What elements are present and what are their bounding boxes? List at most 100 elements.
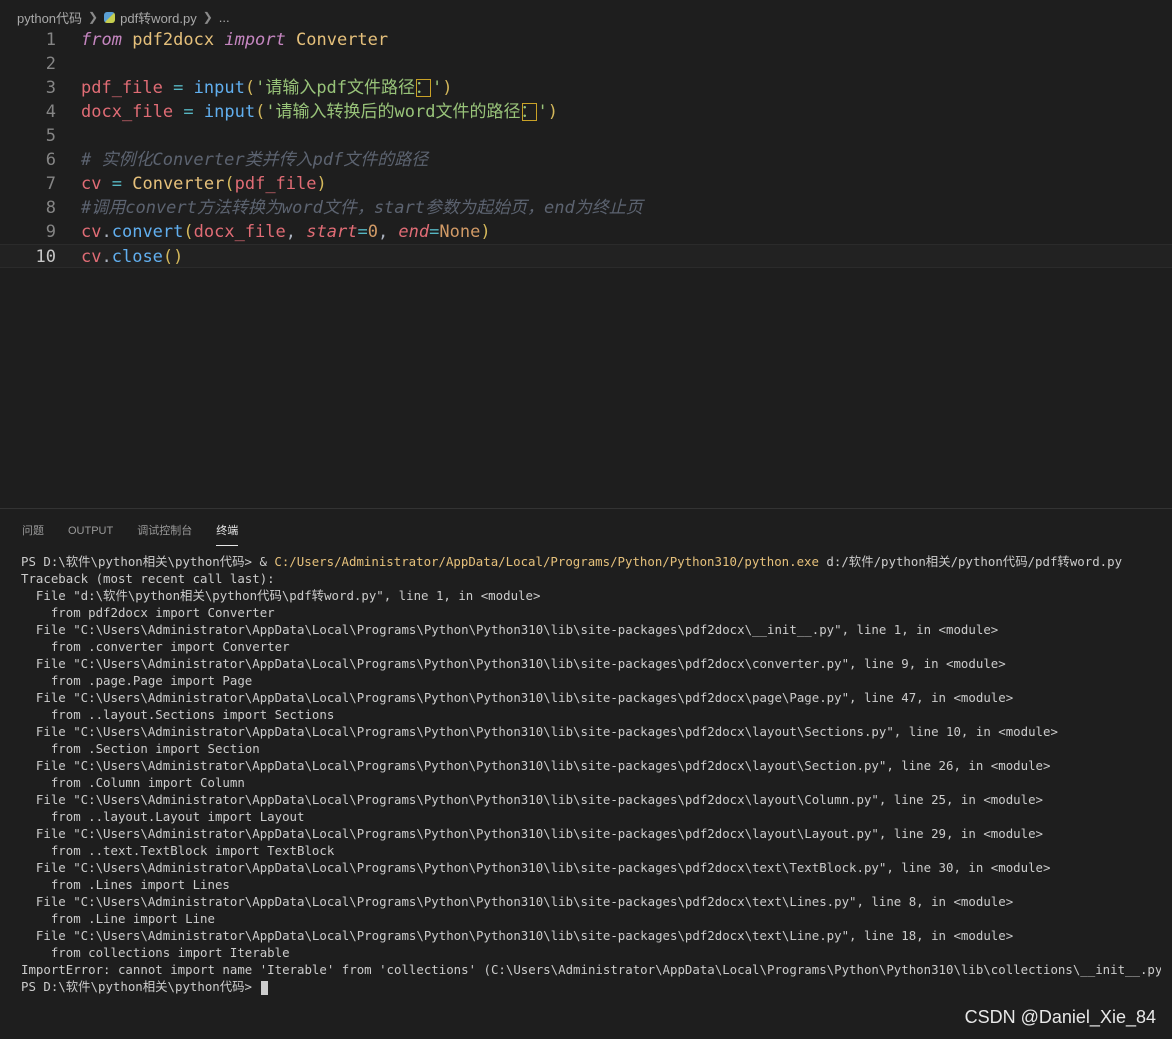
code-text: pdf_file = input('请输入pdf文件路径：'): [81, 76, 453, 100]
chevron-right-icon: ❯: [88, 10, 99, 24]
terminal-line: File "C:\Users\Administrator\AppData\Loc…: [21, 927, 1161, 944]
code-token: =: [173, 78, 184, 98]
code-token: # 实例化Converter类并传入pdf文件的路径: [81, 150, 429, 170]
terminal-text: File "d:\软件\python相关\python代码\pdf转word.p…: [21, 588, 541, 603]
code-token: cv: [81, 247, 102, 267]
terminal-line: from collections import Iterable: [21, 944, 1161, 961]
python-file-icon: [104, 11, 116, 23]
tab-output[interactable]: OUTPUT: [68, 523, 113, 545]
watermark: CSDN @Daniel_Xie_84: [964, 1007, 1156, 1027]
line-number: 8: [45, 198, 56, 218]
code-token: import: [224, 30, 286, 50]
code-line[interactable]: 3 pdf_file = input('请输入pdf文件路径：'): [0, 76, 1172, 100]
terminal-text: File "C:\Users\Administrator\AppData\Loc…: [21, 690, 1014, 705]
terminal-text: from ..layout.Layout import Layout: [21, 809, 305, 824]
code-text: cv = Converter(pdf_file): [81, 172, 327, 196]
terminal-line: PS D:\软件\python相关\python代码>: [21, 978, 1161, 995]
code-token: =: [429, 222, 440, 242]
terminal-text: ImportError: cannot import name 'Iterabl…: [21, 962, 1161, 977]
tab-problems[interactable]: 问题: [22, 523, 44, 545]
code-token: ': [432, 78, 443, 98]
line-number: 6: [45, 150, 56, 170]
code-token: '请输入转换后的word文件的路径: [265, 102, 521, 122]
code-token: ): [442, 78, 453, 98]
code-token: 0: [367, 222, 378, 242]
terminal-text: PS D:\软件\python相关\python代码>: [21, 979, 260, 994]
code-token: =: [111, 174, 122, 194]
code-line[interactable]: 6 # 实例化Converter类并传入pdf文件的路径: [0, 148, 1172, 172]
code-token: (: [255, 102, 266, 122]
terminal-line: File "C:\Users\Administrator\AppData\Loc…: [21, 689, 1161, 706]
line-number: 5: [45, 126, 56, 146]
terminal-text: File "C:\Users\Administrator\AppData\Loc…: [21, 758, 1051, 773]
code-line[interactable]: 8 #调用convert方法转换为word文件，start参数为起始页，end为终…: [0, 196, 1172, 220]
breadcrumb-more[interactable]: ...: [219, 10, 230, 25]
terminal-line: ImportError: cannot import name 'Iterabl…: [21, 961, 1161, 978]
tab-debug-console[interactable]: 调试控制台: [137, 523, 192, 545]
line-number: 3: [45, 78, 56, 98]
line-number: 10: [35, 247, 56, 267]
breadcrumb-file[interactable]: pdf转word.py: [120, 8, 197, 27]
code-line[interactable]: 5: [0, 124, 1172, 148]
line-number: 4: [45, 102, 56, 122]
code-token: (: [244, 78, 256, 98]
code-token: input: [193, 78, 245, 98]
code-line[interactable]: 2: [0, 52, 1172, 76]
terminal-text: File "C:\Users\Administrator\AppData\Loc…: [21, 894, 1014, 909]
code-editor[interactable]: 1 from pdf2docx import Converter 2 3 pdf_fil…: [0, 28, 1172, 508]
line-number: 2: [45, 54, 56, 74]
terminal-line: from .Line import Line: [21, 910, 1161, 927]
terminal-line: File "C:\Users\Administrator\AppData\Loc…: [21, 757, 1161, 774]
code-token: ): [316, 174, 327, 194]
breadcrumb-folder[interactable]: python代码: [17, 8, 82, 27]
code-line[interactable]: 1 from pdf2docx import Converter: [0, 28, 1172, 52]
terminal-line: PS D:\软件\python相关\python代码> & C:/Users/A…: [21, 553, 1161, 570]
code-line[interactable]: 7 cv = Converter(pdf_file): [0, 172, 1172, 196]
code-text: # 实例化Converter类并传入pdf文件的路径: [81, 148, 428, 172]
terminal-text: File "C:\Users\Administrator\AppData\Loc…: [21, 724, 1058, 739]
terminal-text: Traceback (most recent call last):: [21, 571, 275, 586]
terminal-args: d:/软件/python相关/python代码/pdf转word.py: [818, 554, 1123, 569]
code-token: (: [162, 247, 174, 267]
code-token: convert: [111, 222, 184, 242]
code-token: Converter: [296, 30, 389, 50]
terminal-line: File "C:\Users\Administrator\AppData\Loc…: [21, 859, 1161, 876]
terminal-text: from .page.Page import Page: [21, 673, 253, 688]
line-number: 7: [45, 174, 56, 194]
code-token: cv: [81, 174, 102, 194]
terminal-line: File "C:\Users\Administrator\AppData\Loc…: [21, 723, 1161, 740]
terminal-text: from .Line import Line: [21, 911, 215, 926]
terminal-line: from .Lines import Lines: [21, 876, 1161, 893]
terminal-text: File "C:\Users\Administrator\AppData\Loc…: [21, 622, 999, 637]
terminal-text: from collections import Iterable: [21, 945, 290, 960]
chevron-right-icon: ❯: [202, 10, 213, 24]
line-number: 9: [45, 222, 56, 242]
terminal-text: from pdf2docx import Converter: [21, 605, 275, 620]
code-token: ,: [377, 222, 399, 242]
terminal-text: File "C:\Users\Administrator\AppData\Loc…: [21, 656, 1006, 671]
terminal-output[interactable]: PS D:\软件\python相关\python代码> & C:/Users/A…: [21, 553, 1161, 995]
terminal-line: from .converter import Converter: [21, 638, 1161, 655]
terminal-text: from .Section import Section: [21, 741, 260, 756]
code-text: docx_file = input('请输入转换后的word文件的路径：'): [81, 100, 558, 124]
terminal-text: File "C:\Users\Administrator\AppData\Loc…: [21, 826, 1043, 841]
terminal-line: from ..text.TextBlock import TextBlock: [21, 842, 1161, 859]
code-line[interactable]: 10 cv.close(): [0, 244, 1172, 268]
panel-tabs: 问题 OUTPUT 调试控制台 终端: [22, 523, 239, 546]
code-token: docx_file: [81, 102, 174, 122]
code-token: pdf_file: [81, 78, 163, 98]
tab-terminal[interactable]: 终端: [216, 523, 239, 546]
line-number: 1: [45, 30, 56, 50]
terminal-cursor: [261, 980, 269, 995]
terminal-line: from pdf2docx import Converter: [21, 604, 1161, 621]
code-token: (: [183, 222, 194, 242]
terminal-line: File "C:\Users\Administrator\AppData\Loc…: [21, 825, 1161, 842]
code-line[interactable]: 4 docx_file = input('请输入转换后的word文件的路径：'): [0, 100, 1172, 124]
code-line[interactable]: 9 cv.convert(docx_file, start=0, end=None…: [0, 220, 1172, 244]
terminal-line: File "C:\Users\Administrator\AppData\Loc…: [21, 893, 1161, 910]
